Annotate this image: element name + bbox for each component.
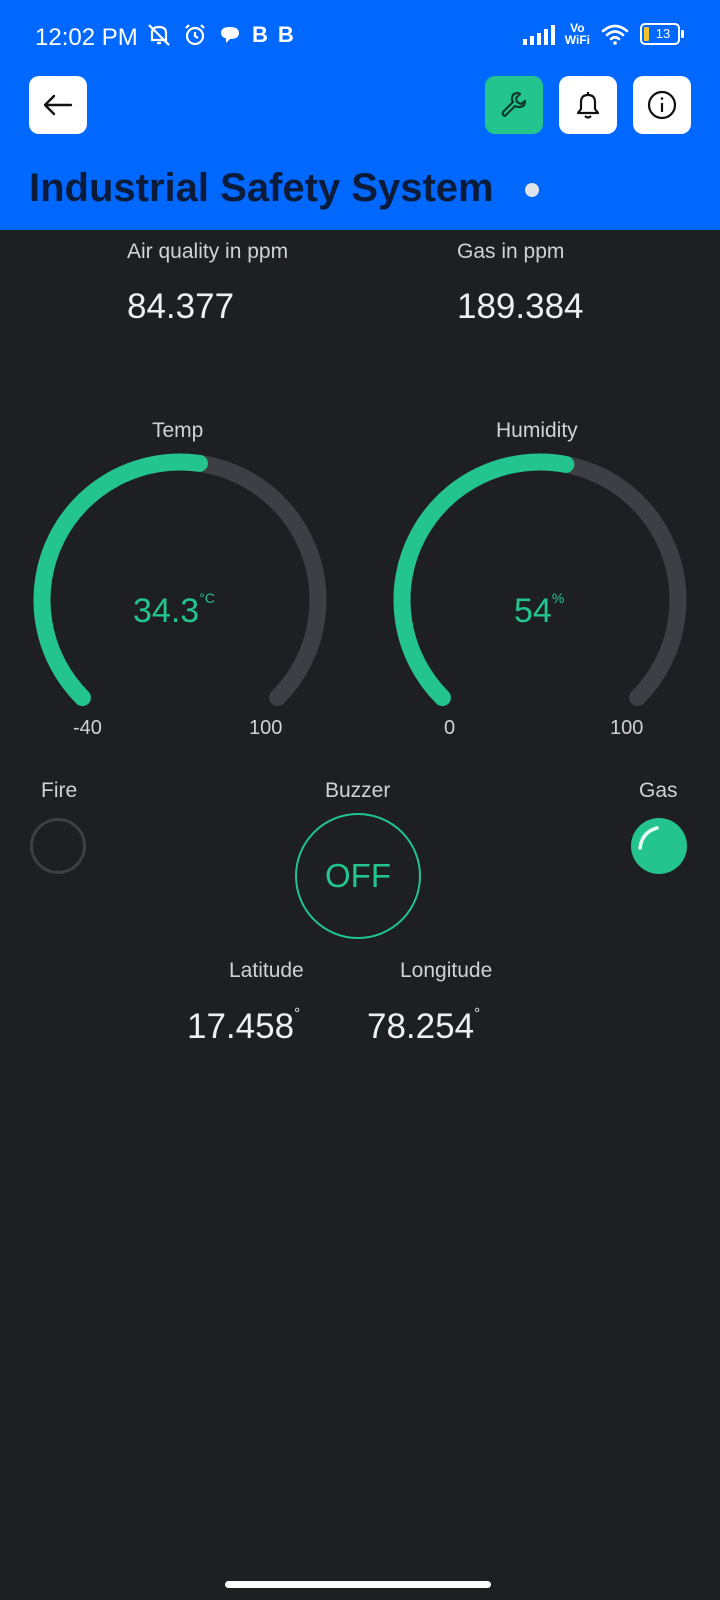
status-system-icons: Vo WiFi 13 — [522, 22, 684, 46]
bell-icon — [576, 92, 600, 119]
gas-ppm-label: Gas in ppm — [457, 240, 565, 263]
vowifi-bottom: WiFi — [564, 33, 590, 47]
humidity-value: 54% — [514, 590, 565, 631]
temp-label: Temp — [152, 419, 204, 442]
buzzer-button[interactable]: OFF — [295, 813, 421, 939]
app-header: 12:02 PM B B Vo WiFi 13 Industrial Safet… — [0, 0, 720, 230]
notifications-button[interactable] — [559, 76, 617, 134]
buzzer-state: OFF — [325, 857, 391, 894]
temp-gauge — [25, 445, 335, 715]
longitude-value: 78.254° — [367, 1005, 481, 1047]
b-notification-icon-2: B — [277, 22, 294, 47]
signal-icon — [522, 23, 555, 45]
humidity-max: 100 — [610, 717, 644, 739]
humidity-unit: % — [551, 590, 565, 606]
back-button[interactable] — [29, 76, 87, 134]
status-notification-icons: B B — [146, 22, 294, 48]
gas-led — [631, 818, 687, 874]
gas-led-highlight — [638, 826, 659, 850]
home-indicator[interactable] — [225, 1581, 491, 1588]
temp-gauge-fill — [33, 453, 208, 707]
info-icon — [647, 90, 677, 120]
latitude-unit: ° — [294, 1005, 301, 1022]
temp-value: 34.3°C — [133, 590, 215, 631]
back-arrow-icon — [43, 94, 73, 116]
alarm-icon — [185, 24, 205, 46]
humidity-value-number: 54 — [514, 592, 552, 630]
latitude-value: 17.458° — [187, 1005, 301, 1047]
longitude-unit: ° — [474, 1005, 481, 1022]
wrench-icon — [501, 91, 527, 118]
info-button[interactable] — [633, 76, 691, 134]
air-quality-label: Air quality in ppm — [127, 240, 289, 263]
vowifi-icon: Vo WiFi — [565, 22, 590, 46]
fire-led — [30, 818, 86, 874]
b-notification-icon: B — [252, 22, 268, 47]
humidity-min: 0 — [444, 717, 456, 739]
device-status-dot — [525, 183, 539, 197]
wifi-icon — [601, 24, 629, 45]
longitude-number: 78.254 — [367, 1007, 475, 1046]
chat-bubble-icon — [221, 27, 239, 43]
latitude-number: 17.458 — [187, 1007, 295, 1046]
settings-button[interactable] — [485, 76, 543, 134]
humidity-label: Humidity — [496, 419, 578, 442]
battery-level: 13 — [655, 26, 671, 41]
temp-value-number: 34.3 — [133, 592, 200, 630]
status-time: 12:02 PM — [35, 24, 138, 51]
humidity-gauge — [385, 445, 695, 715]
page-title: Industrial Safety System — [29, 166, 494, 210]
longitude-label: Longitude — [400, 959, 493, 982]
mute-icon — [148, 24, 170, 46]
status-bar: 12:02 PM B B Vo WiFi 13 — [0, 0, 720, 76]
latitude-label: Latitude — [229, 959, 304, 982]
temp-min: -40 — [73, 717, 102, 739]
humidity-gauge-fill — [393, 453, 575, 707]
temp-max: 100 — [249, 717, 283, 739]
fire-label: Fire — [41, 779, 78, 802]
gas-ppm-value: 189.384 — [457, 287, 584, 326]
air-quality-value: 84.377 — [127, 287, 235, 326]
buzzer-label: Buzzer — [325, 779, 391, 802]
temp-unit: °C — [199, 590, 215, 606]
gas-led-label: Gas — [639, 779, 678, 802]
battery-icon: 13 — [640, 23, 684, 45]
